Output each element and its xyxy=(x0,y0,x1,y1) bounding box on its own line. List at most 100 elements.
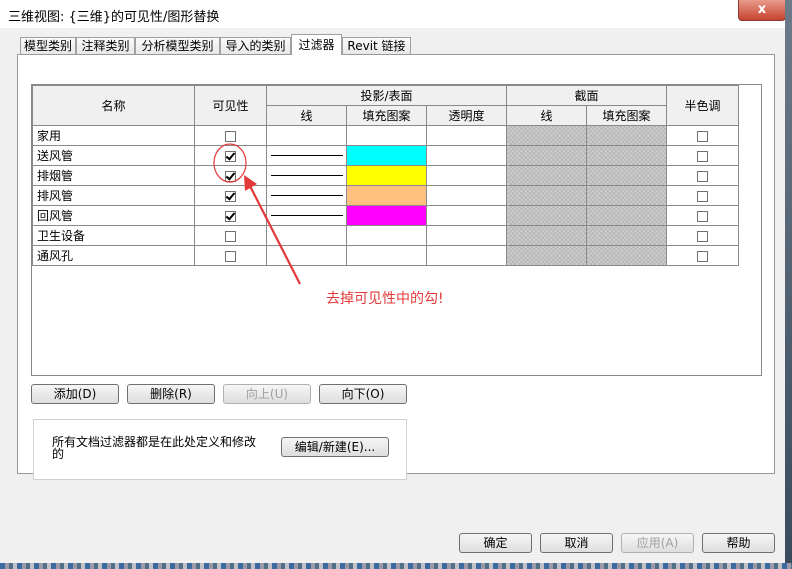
annotation-text: 去掉可见性中的勾! xyxy=(326,291,444,307)
ok-button[interactable]: 确定 xyxy=(459,533,532,553)
projection-line-cell[interactable] xyxy=(266,125,347,146)
tab-revit-links[interactable]: Revit 链接 xyxy=(342,37,411,54)
header-halftone[interactable]: 半色调 xyxy=(666,85,739,126)
cut-fill-cell xyxy=(586,145,667,166)
cut-fill-cell xyxy=(586,225,667,246)
halftone-cell[interactable] xyxy=(666,205,739,226)
halftone-checkbox[interactable] xyxy=(697,130,708,142)
projection-line-cell[interactable] xyxy=(266,165,347,186)
projection-transparency-cell[interactable] xyxy=(426,225,507,246)
cut-fill-cell xyxy=(586,245,667,266)
filter-name-cell[interactable]: 排烟管 xyxy=(32,165,195,186)
projection-transparency-cell[interactable] xyxy=(426,185,507,206)
header-projection-surface: 投影/表面 xyxy=(266,85,507,106)
move-down-button[interactable]: 向下(O) xyxy=(319,384,407,404)
projection-transparency-cell[interactable] xyxy=(426,245,507,266)
projection-fill-cell[interactable] xyxy=(346,225,427,246)
header-visibility[interactable]: 可见性 xyxy=(194,85,267,126)
header-name[interactable]: 名称 xyxy=(32,85,195,126)
visibility-checkbox[interactable] xyxy=(225,250,236,262)
filters-table: 名称 可见性 投影/表面 截面 半色调 线 填充图案 透明度 线 填充图案 家用… xyxy=(32,85,739,266)
halftone-checkbox[interactable] xyxy=(697,210,708,222)
filter-name-cell[interactable]: 通风孔 xyxy=(32,245,195,266)
halftone-checkbox[interactable] xyxy=(697,250,708,262)
filter-row[interactable]: 家用 xyxy=(32,125,739,146)
tab-filters[interactable]: 过滤器 xyxy=(291,34,342,55)
tab-model-categories[interactable]: 模型类别 xyxy=(20,37,76,54)
move-up-button[interactable]: 向上(U) xyxy=(223,384,311,404)
visibility-cell[interactable] xyxy=(194,205,267,226)
projection-transparency-cell[interactable] xyxy=(426,125,507,146)
halftone-cell[interactable] xyxy=(666,125,739,146)
line-pattern-sample xyxy=(270,195,343,196)
cut-line-cell xyxy=(506,245,587,266)
projection-line-cell[interactable] xyxy=(266,245,347,266)
visibility-cell[interactable] xyxy=(194,165,267,186)
visibility-checkbox[interactable] xyxy=(225,150,236,162)
cut-line-cell xyxy=(506,225,587,246)
help-button[interactable]: 帮助 xyxy=(702,533,775,553)
projection-line-cell[interactable] xyxy=(266,185,347,206)
projection-transparency-cell[interactable] xyxy=(426,205,507,226)
tab-analytical-model-categories[interactable]: 分析模型类别 xyxy=(135,37,220,54)
header-proj-line: 线 xyxy=(266,105,347,126)
visibility-checkbox[interactable] xyxy=(225,210,236,222)
projection-fill-cell[interactable] xyxy=(346,185,427,206)
visibility-cell[interactable] xyxy=(194,225,267,246)
projection-fill-cell[interactable] xyxy=(346,245,427,266)
halftone-cell[interactable] xyxy=(666,145,739,166)
add-filter-button[interactable]: 添加(D) xyxy=(31,384,119,404)
halftone-checkbox[interactable] xyxy=(697,190,708,202)
title-bar: 三维视图: {三维}的可见性/图形替换 x xyxy=(0,0,792,28)
edit-new-filter-button[interactable]: 编辑/新建(E)... xyxy=(281,437,389,457)
projection-transparency-cell[interactable] xyxy=(426,145,507,166)
tab-imported-categories[interactable]: 导入的类别 xyxy=(220,37,291,54)
projection-line-cell[interactable] xyxy=(266,225,347,246)
projection-line-cell[interactable] xyxy=(266,145,347,166)
apply-button[interactable]: 应用(A) xyxy=(621,533,694,553)
tab-annotation-categories[interactable]: 注释类别 xyxy=(76,37,135,54)
projection-line-cell[interactable] xyxy=(266,205,347,226)
halftone-cell[interactable] xyxy=(666,245,739,266)
cut-fill-cell xyxy=(586,185,667,206)
window-title: 三维视图: {三维}的可见性/图形替换 xyxy=(8,10,220,25)
visibility-cell[interactable] xyxy=(194,145,267,166)
cut-fill-cell xyxy=(586,165,667,186)
filter-row[interactable]: 排风管 xyxy=(32,185,739,206)
header-cut: 截面 xyxy=(506,85,667,106)
filter-name-cell[interactable]: 卫生设备 xyxy=(32,225,195,246)
filter-row[interactable]: 排烟管 xyxy=(32,165,739,186)
line-pattern-sample xyxy=(270,215,343,216)
projection-fill-cell[interactable] xyxy=(346,165,427,186)
visibility-cell[interactable] xyxy=(194,245,267,266)
filter-info-box: 所有文档过滤器都是在此处定义和修改的 编辑/新建(E)... xyxy=(33,419,407,480)
visibility-cell[interactable] xyxy=(194,185,267,206)
cancel-button[interactable]: 取消 xyxy=(540,533,613,553)
delete-filter-button[interactable]: 删除(R) xyxy=(127,384,215,404)
cut-fill-cell xyxy=(586,125,667,146)
halftone-checkbox[interactable] xyxy=(697,150,708,162)
filter-row[interactable]: 送风管 xyxy=(32,145,739,166)
filter-row[interactable]: 回风管 xyxy=(32,205,739,226)
visibility-cell[interactable] xyxy=(194,125,267,146)
halftone-cell[interactable] xyxy=(666,165,739,186)
filter-name-cell[interactable]: 排风管 xyxy=(32,185,195,206)
visibility-checkbox[interactable] xyxy=(225,190,236,202)
projection-fill-cell[interactable] xyxy=(346,125,427,146)
filter-name-cell[interactable]: 家用 xyxy=(32,125,195,146)
filter-name-cell[interactable]: 回风管 xyxy=(32,205,195,226)
projection-transparency-cell[interactable] xyxy=(426,165,507,186)
halftone-cell[interactable] xyxy=(666,225,739,246)
visibility-checkbox[interactable] xyxy=(225,170,236,182)
halftone-cell[interactable] xyxy=(666,185,739,206)
halftone-checkbox[interactable] xyxy=(697,170,708,182)
filter-name-cell[interactable]: 送风管 xyxy=(32,145,195,166)
projection-fill-cell[interactable] xyxy=(346,145,427,166)
visibility-checkbox[interactable] xyxy=(225,230,236,242)
close-button[interactable]: x xyxy=(738,0,786,21)
halftone-checkbox[interactable] xyxy=(697,230,708,242)
filter-row[interactable]: 卫生设备 xyxy=(32,225,739,246)
projection-fill-cell[interactable] xyxy=(346,205,427,226)
visibility-checkbox[interactable] xyxy=(225,130,236,142)
filter-row[interactable]: 通风孔 xyxy=(32,245,739,266)
